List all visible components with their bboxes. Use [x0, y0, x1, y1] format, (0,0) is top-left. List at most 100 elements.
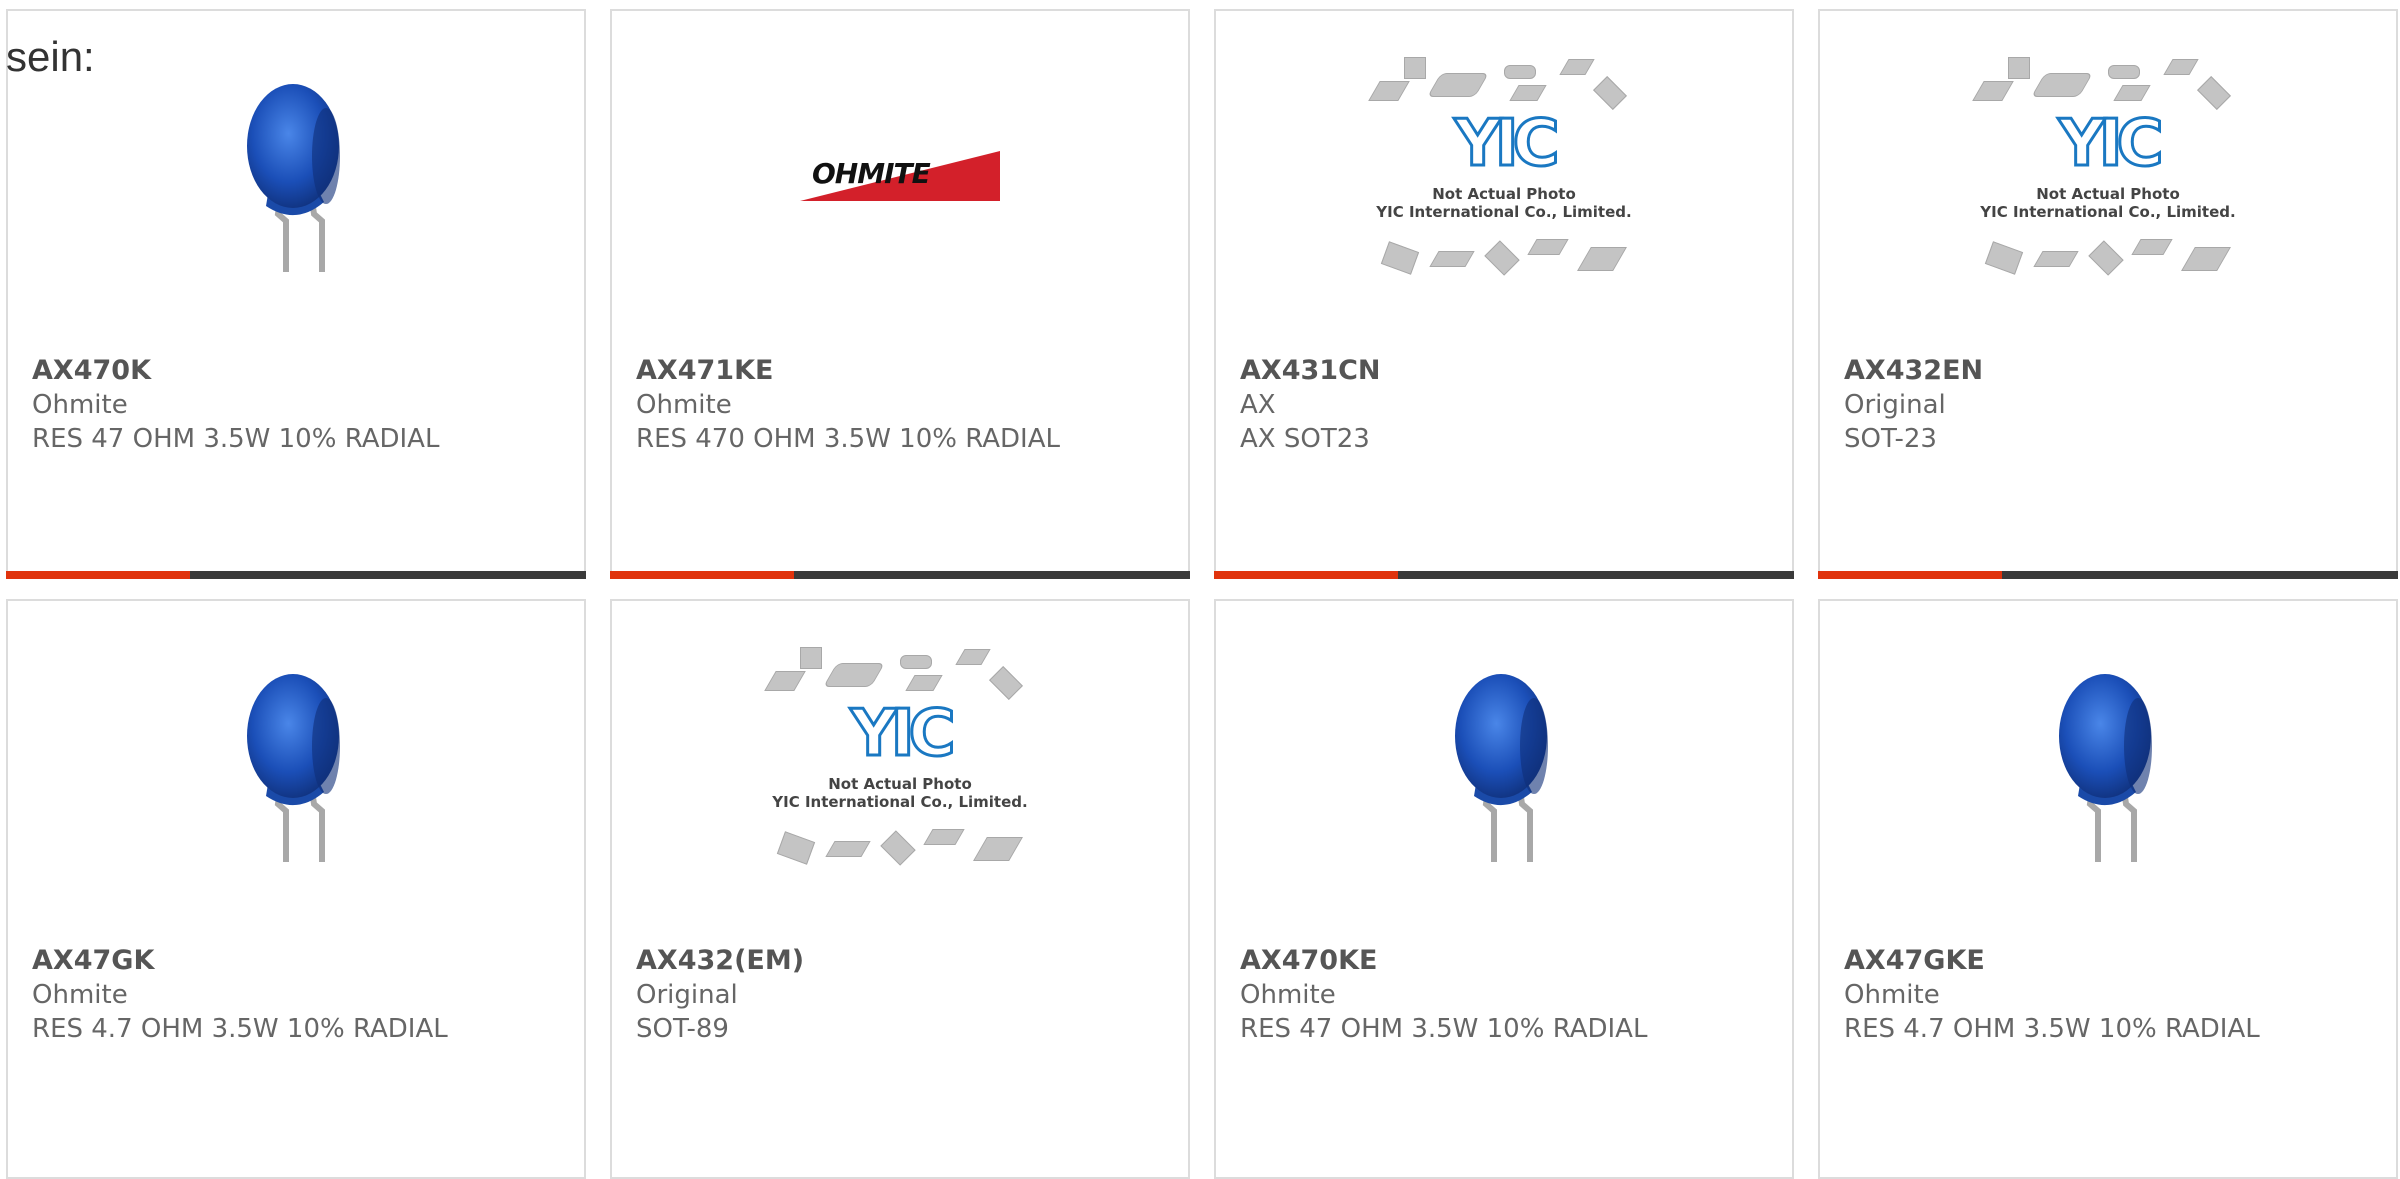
chip-graphic — [2033, 251, 2079, 267]
product-info: AX432EN Original SOT-23 — [1844, 354, 2380, 456]
product-info: AX47GKE Ohmite RES 4.7 OHM 3.5W 10% RADI… — [1844, 944, 2380, 1046]
chip-graphic — [1429, 251, 1475, 267]
description: AX SOT23 — [1240, 424, 1370, 454]
chip-graphic — [764, 671, 806, 691]
placeholder-caption-line2: YIC International Co., Limited. — [772, 793, 1028, 811]
chip-graphic — [823, 663, 885, 687]
resistor-photo — [247, 674, 340, 862]
card-bottom-bar — [6, 571, 586, 579]
placeholder-caption-line2: YIC International Co., Limited. — [1376, 203, 1632, 221]
description: SOT-23 — [1844, 424, 1937, 454]
part-number[interactable]: AX432EN — [1844, 354, 2380, 388]
product-card[interactable]: AX470K Ohmite RES 47 OHM 3.5W 10% RADIAL — [6, 9, 586, 579]
product-info: AX470KE Ohmite RES 47 OHM 3.5W 10% RADIA… — [1240, 944, 1776, 1046]
chip-graphic — [1368, 81, 1410, 101]
manufacturer: Original — [636, 980, 738, 1010]
product-info: AX47GK Ohmite RES 4.7 OHM 3.5W 10% RADIA… — [32, 944, 568, 1046]
product-image[interactable] — [1216, 601, 1792, 931]
part-number[interactable]: AX47GK — [32, 944, 568, 978]
chip-graphic — [800, 647, 822, 669]
placeholder-caption-line2: YIC International Co., Limited. — [1980, 203, 2236, 221]
resistor-photo — [1455, 674, 1548, 862]
intro-text: sein: — [6, 33, 95, 80]
chip-graphic — [2108, 65, 2140, 79]
product-card[interactable]: OHMITE AX471KE Ohmite RES 470 OHM 3.5W 1… — [610, 9, 1190, 579]
part-number[interactable]: AX470KE — [1240, 944, 1776, 978]
manufacturer: Ohmite — [1240, 980, 1336, 1010]
description: RES 4.7 OHM 3.5W 10% RADIAL — [1844, 1014, 2260, 1044]
chip-graphic — [973, 837, 1023, 861]
chip-graphic — [2113, 85, 2151, 101]
product-info: AX470K Ohmite RES 47 OHM 3.5W 10% RADIAL — [32, 354, 568, 456]
product-image[interactable]: OHMITE — [612, 11, 1188, 341]
description: SOT-89 — [636, 1014, 729, 1044]
description: RES 470 OHM 3.5W 10% RADIAL — [636, 424, 1060, 454]
card-accent — [610, 571, 794, 579]
chip-graphic — [2131, 239, 2173, 255]
chip-graphic — [1504, 65, 1536, 79]
product-card[interactable]: AX47GKE Ohmite RES 4.7 OHM 3.5W 10% RADI… — [1818, 599, 2398, 1179]
placeholder-caption-line1: Not Actual Photo — [1432, 185, 1576, 203]
part-number[interactable]: AX432(EM) — [636, 944, 1172, 978]
chip-graphic — [1593, 76, 1627, 110]
ohmite-logo: OHMITE — [800, 151, 1000, 201]
chip-graphic — [2197, 76, 2231, 110]
chip-graphic — [2163, 59, 2199, 75]
product-image[interactable]: YIC Not Actual Photo YIC International C… — [612, 601, 1188, 931]
resistor-photo — [247, 84, 340, 272]
chip-graphic — [1484, 240, 1520, 276]
chip-graphic — [1380, 241, 1420, 275]
placeholder-caption-line1: Not Actual Photo — [828, 775, 972, 793]
card-bottom-bar — [1214, 571, 1794, 579]
card-accent — [6, 571, 190, 579]
resistor-photo — [2059, 674, 2152, 862]
manufacturer: AX — [1240, 390, 1276, 420]
yic-logo: YIC — [849, 697, 957, 771]
product-image[interactable]: YIC Not Actual Photo YIC International C… — [1820, 11, 2396, 341]
chip-graphic — [1984, 241, 2024, 275]
placeholder-caption-line1: Not Actual Photo — [2036, 185, 2180, 203]
part-number[interactable]: AX470K — [32, 354, 568, 388]
yic-logo: YIC — [2057, 107, 2165, 181]
yic-placeholder-image: YIC Not Actual Photo YIC International C… — [760, 641, 1040, 891]
part-number[interactable]: AX431CN — [1240, 354, 1776, 388]
chip-graphic — [776, 831, 816, 865]
product-image[interactable] — [8, 601, 584, 931]
description: RES 4.7 OHM 3.5W 10% RADIAL — [32, 1014, 448, 1044]
part-number[interactable]: AX471KE — [636, 354, 1172, 388]
ohmite-logo-text: OHMITE — [812, 157, 931, 190]
description: RES 47 OHM 3.5W 10% RADIAL — [1240, 1014, 1648, 1044]
chip-graphic — [905, 675, 943, 691]
product-image[interactable] — [1820, 601, 2396, 931]
manufacturer: Ohmite — [32, 980, 128, 1010]
chip-graphic — [1527, 239, 1569, 255]
chip-graphic — [2088, 240, 2124, 276]
chip-graphic — [880, 830, 916, 866]
chip-graphic — [2008, 57, 2030, 79]
description: RES 47 OHM 3.5W 10% RADIAL — [32, 424, 440, 454]
chip-graphic — [2181, 247, 2231, 271]
yic-logo: YIC — [1453, 107, 1561, 181]
product-card[interactable]: AX470KE Ohmite RES 47 OHM 3.5W 10% RADIA… — [1214, 599, 1794, 1179]
card-accent — [1214, 571, 1398, 579]
chip-graphic — [2031, 73, 2093, 97]
product-image[interactable]: YIC Not Actual Photo YIC International C… — [1216, 11, 1792, 341]
chip-graphic — [1427, 73, 1489, 97]
product-card[interactable]: YIC Not Actual Photo YIC International C… — [610, 599, 1190, 1179]
yic-placeholder-image: YIC Not Actual Photo YIC International C… — [1968, 51, 2248, 301]
chip-graphic — [1972, 81, 2014, 101]
product-card[interactable]: AX47GK Ohmite RES 4.7 OHM 3.5W 10% RADIA… — [6, 599, 586, 1179]
card-bottom-bar — [1818, 571, 2398, 579]
product-info: AX471KE Ohmite RES 470 OHM 3.5W 10% RADI… — [636, 354, 1172, 456]
product-card[interactable]: YIC Not Actual Photo YIC International C… — [1214, 9, 1794, 579]
manufacturer: Ohmite — [32, 390, 128, 420]
manufacturer: Ohmite — [1844, 980, 1940, 1010]
manufacturer: Original — [1844, 390, 1946, 420]
chip-graphic — [989, 666, 1023, 700]
card-accent — [1818, 571, 2002, 579]
part-number[interactable]: AX47GKE — [1844, 944, 2380, 978]
chip-graphic — [1404, 57, 1426, 79]
chip-graphic — [955, 649, 991, 665]
product-card[interactable]: YIC Not Actual Photo YIC International C… — [1818, 9, 2398, 579]
chip-graphic — [1509, 85, 1547, 101]
